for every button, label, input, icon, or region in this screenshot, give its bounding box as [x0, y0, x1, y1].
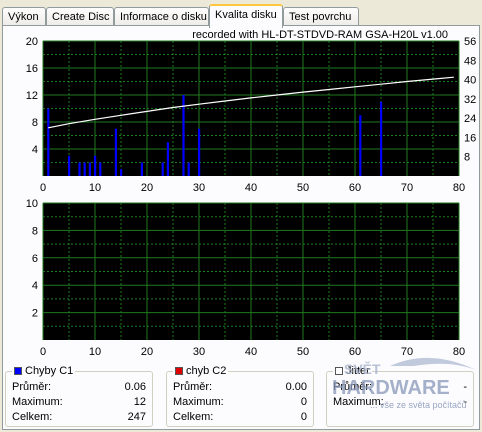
c1-error-bar — [114, 128, 117, 176]
x-tick-label: 0 — [40, 346, 46, 358]
upper-y2-axis: 8 16 24 32 40 48 56 — [464, 36, 476, 164]
c1-error-bar — [47, 108, 50, 176]
c2-total-label: Celkem: — [173, 411, 214, 423]
c1-error-bar — [120, 169, 123, 176]
c1-total-value: 247 — [127, 411, 146, 423]
c1-error-bar — [68, 155, 71, 176]
c2-total-value: 0 — [300, 411, 307, 423]
c2-max-label: Maximum: — [173, 396, 224, 408]
watermark-line1: SVĚT — [344, 360, 381, 377]
x-tick-label: 70 — [401, 182, 413, 194]
upper-y-axis: 4 8 12 16 20 — [26, 36, 38, 156]
x-tick-label: 30 — [193, 182, 205, 194]
y2-tick-label: 16 — [464, 132, 476, 144]
lower-y-axis: 2 4 6 8 10 — [26, 198, 38, 320]
x-tick-label: 20 — [141, 182, 153, 194]
svet-hardware-watermark: SVĚT HARDWARE ... vše ze světa počítačů — [332, 357, 476, 410]
y-tick-label: 10 — [26, 198, 38, 210]
c1-total-row: Celkem: 247 — [12, 411, 146, 424]
tab-kvalita-disku[interactable]: Kvalita disku — [209, 4, 283, 28]
y-tick-label: 16 — [26, 63, 38, 75]
tab-label: Kvalita disku — [215, 9, 277, 21]
c1-error-bar — [140, 162, 143, 176]
c1-max-row: Maximum: 12 — [12, 396, 146, 409]
c1-color-swatch — [14, 367, 22, 375]
c1-title: Chyby C1 — [12, 365, 76, 377]
y-tick-label: 2 — [32, 308, 38, 320]
c2-title: chyb C2 — [173, 365, 229, 377]
c1-error-bar — [161, 162, 164, 176]
recorded-with-label: recorded with HL-DT-STDVD-RAM GSA-H20L v… — [192, 29, 448, 41]
c1-avg-value: 0.06 — [124, 381, 146, 393]
x-tick-label: 20 — [141, 346, 153, 358]
c2-color-swatch — [175, 367, 183, 375]
y-tick-label: 8 — [32, 225, 38, 237]
x-tick-label: 60 — [349, 182, 361, 194]
c1-error-bar — [94, 155, 97, 176]
c1-total-label: Celkem: — [12, 411, 53, 423]
y-tick-label: 6 — [32, 253, 38, 265]
c2-total-row: Celkem: 0 — [173, 411, 307, 424]
x-tick-label: 80 — [453, 182, 465, 194]
y-tick-label: 4 — [32, 144, 38, 156]
c1-stats-box: Chyby C1 Průměr: 0.06 Maximum: 12 Celkem… — [5, 365, 153, 427]
c1-error-bar — [88, 162, 91, 176]
c1-error-bar — [83, 162, 86, 176]
upper-x-axis: 0 10 20 30 40 50 60 70 80 — [40, 182, 465, 194]
x-tick-label: 40 — [245, 346, 257, 358]
x-tick-label: 10 — [89, 182, 101, 194]
watermark-line2: HARDWARE — [332, 377, 450, 399]
watermark-tagline: ... vše ze světa počítačů — [370, 400, 467, 410]
c1-title-text: Chyby C1 — [25, 365, 74, 377]
c1-error-bar — [359, 115, 362, 176]
c1-error-bar — [166, 142, 169, 176]
y-tick-label: 4 — [32, 280, 38, 292]
y-tick-label: 8 — [32, 117, 38, 129]
y-tick-label: 20 — [26, 36, 38, 48]
y2-tick-label: 56 — [464, 36, 476, 48]
c1-avg-label: Průměr: — [12, 381, 52, 393]
c2-max-row: Maximum: 0 — [173, 396, 307, 409]
c2-title-text: chyb C2 — [186, 365, 227, 377]
x-tick-label: 0 — [40, 182, 46, 194]
c2-max-value: 0 — [300, 396, 307, 408]
c2-stats-box: chyb C2 Průměr: 0.00 Maximum: 0 Celkem: … — [166, 365, 314, 427]
x-tick-label: 50 — [297, 346, 309, 358]
x-tick-label: 50 — [297, 182, 309, 194]
y2-tick-label: 8 — [464, 152, 470, 164]
x-tick-label: 30 — [193, 346, 205, 358]
c2-avg-label: Průměr: — [173, 381, 213, 393]
c2-avg-value: 0.00 — [285, 381, 307, 393]
x-tick-label: 10 — [89, 346, 101, 358]
y2-tick-label: 24 — [464, 113, 476, 125]
watermark-swoosh — [390, 357, 476, 370]
y2-tick-label: 32 — [464, 94, 476, 106]
c1-error-bar — [78, 162, 81, 176]
c1-avg-row: Průměr: 0.06 — [12, 381, 146, 394]
c1-max-value: 12 — [133, 396, 146, 408]
c1-error-bar — [187, 162, 190, 176]
y2-tick-label: 40 — [464, 75, 476, 87]
c1-max-label: Maximum: — [12, 396, 63, 408]
y-tick-label: 12 — [26, 90, 38, 102]
c1-error-bar — [198, 128, 201, 176]
x-tick-label: 40 — [245, 182, 257, 194]
c1-error-bar — [99, 162, 102, 176]
c1-error-bar — [380, 101, 383, 176]
c1-error-bar — [182, 95, 185, 176]
y2-tick-label: 48 — [464, 55, 476, 67]
c2-avg-row: Průměr: 0.00 — [173, 381, 307, 394]
